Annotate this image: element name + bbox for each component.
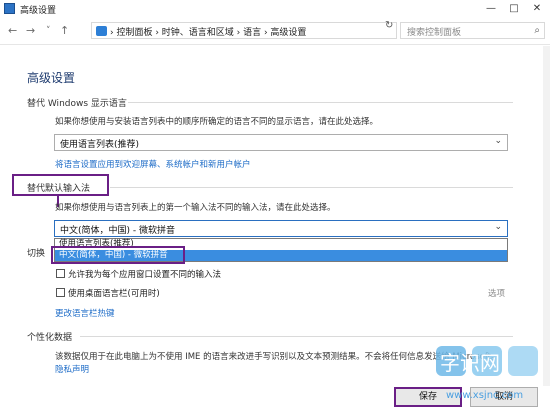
scrollbar[interactable] <box>543 46 550 386</box>
close-button[interactable]: ✕ <box>526 0 548 18</box>
personalization-heading: 个性化数据 <box>27 333 73 343</box>
apply-welcome-screen-link[interactable]: 将语言设置应用到欢迎屏幕、系统帐户和新用户帐户 <box>55 158 251 170</box>
search-icon[interactable]: ⌕ <box>534 25 540 36</box>
display-language-description: 如果你想使用与安装语言列表中的顺序所确定的语言不同的显示语言，请在此处选择。 <box>55 117 379 127</box>
minimize-button[interactable]: — <box>480 0 502 18</box>
change-hotkeys-link[interactable]: 更改语言栏热键 <box>55 307 115 319</box>
chevron-down-icon: ⌄ <box>494 136 502 146</box>
title-bar: 高级设置 — □ ✕ <box>0 0 550 18</box>
cancel-button[interactable]: 取消 <box>470 387 538 407</box>
save-button[interactable]: 保存 <box>394 387 462 407</box>
history-dropdown-icon[interactable]: ˅ <box>46 24 51 38</box>
app-icon <box>4 3 15 14</box>
search-placeholder: 搜索控制面板 <box>407 28 462 38</box>
divider <box>110 187 513 188</box>
up-icon[interactable]: ↑ <box>60 24 69 38</box>
breadcrumb[interactable]: › 控制面板 › 时钟、语言和区域 › 语言 › 高级设置 <box>91 22 397 39</box>
divider <box>128 102 513 103</box>
display-language-heading: 替代 Windows 显示语言 <box>27 99 127 109</box>
personalization-description: 该数据仅用于在此电脑上为不使用 IME 的语言来改进手写识别以及文本预测结果。不… <box>55 352 500 362</box>
breadcrumb-path[interactable]: › 控制面板 › 时钟、语言和区域 › 语言 › 高级设置 <box>110 25 306 38</box>
input-method-heading: 替代默认输入法 <box>27 184 91 194</box>
input-method-dropdown[interactable]: 中文(简体，中国) - 微软拼音 ⌄ <box>54 220 508 237</box>
back-icon[interactable]: ← <box>8 24 17 38</box>
language-bar-label[interactable]: 使用桌面语言栏(可用时) <box>68 287 160 299</box>
page-title: 高级设置 <box>27 71 76 85</box>
display-language-value: 使用语言列表(推荐) <box>60 140 140 150</box>
option-highlight-box <box>51 246 185 264</box>
control-panel-icon <box>96 26 107 36</box>
window-title: 高级设置 <box>20 6 57 16</box>
switch-input-heading: 切换 <box>27 249 46 259</box>
privacy-statement-link[interactable]: 隐私声明 <box>55 363 89 375</box>
per-app-input-label[interactable]: 允许我为每个应用窗口设置不同的输入法 <box>68 268 221 280</box>
language-bar-checkbox[interactable] <box>56 288 65 297</box>
address-bar: ← → ˅ ↑ › 控制面板 › 时钟、语言和区域 › 语言 › 高级设置 ↻ … <box>0 18 550 45</box>
input-method-value: 中文(简体，中国) - 微软拼音 <box>60 226 175 236</box>
refresh-icon[interactable]: ↻ <box>385 20 393 31</box>
divider <box>80 336 513 337</box>
options-link[interactable]: 选项 <box>488 287 505 299</box>
maximize-button[interactable]: □ <box>503 0 525 18</box>
input-method-description: 如果你想使用与语言列表上的第一个输入法不同的输入法，请在此处选择。 <box>55 203 336 213</box>
chevron-down-icon: ⌄ <box>494 222 502 232</box>
per-app-input-checkbox[interactable] <box>56 269 65 278</box>
search-input[interactable]: 搜索控制面板 ⌕ <box>400 22 545 39</box>
display-language-dropdown[interactable]: 使用语言列表(推荐) ⌄ <box>54 134 508 151</box>
forward-icon[interactable]: → <box>26 24 35 38</box>
